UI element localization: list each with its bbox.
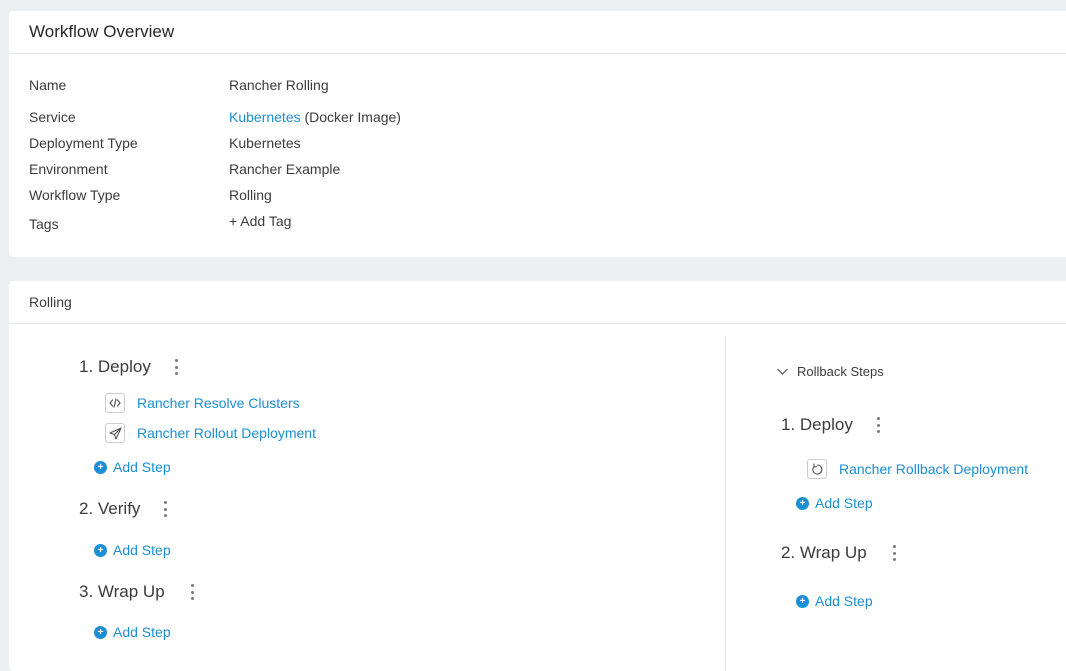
- add-step-label: Add Step: [113, 542, 171, 558]
- kebab-menu-icon[interactable]: [190, 584, 194, 600]
- add-step-label: Add Step: [113, 459, 171, 475]
- step-rancher-rollout-deployment[interactable]: Rancher Rollout Deployment: [105, 423, 316, 443]
- code-icon: [105, 393, 125, 413]
- add-step-label: Add Step: [815, 593, 873, 609]
- add-step-button[interactable]: + Add Step: [796, 593, 873, 609]
- phase-deploy-title: 1. Deploy: [79, 357, 151, 376]
- overview-header: Workflow Overview: [9, 11, 1066, 54]
- plus-icon: +: [94, 625, 107, 639]
- step-label[interactable]: Rancher Rollback Deployment: [839, 461, 1028, 477]
- step-label[interactable]: Rancher Rollout Deployment: [137, 425, 316, 441]
- rollback-phase-deploy-title: 1. Deploy: [781, 415, 853, 434]
- phase-verify-title: 2. Verify: [79, 499, 141, 518]
- send-icon: [105, 423, 125, 443]
- rolling-header: Rolling: [9, 281, 1066, 324]
- add-step-button[interactable]: + Add Step: [94, 542, 171, 558]
- step-rancher-resolve-clusters[interactable]: Rancher Resolve Clusters: [105, 393, 300, 413]
- tags-label: Tags: [29, 216, 59, 232]
- phase-wrap-up-title: 3. Wrap Up: [79, 582, 165, 601]
- deployment-type-label: Deployment Type: [29, 135, 138, 151]
- environment-link[interactable]: Rancher Example: [229, 161, 340, 177]
- service-value: Kubernetes (Docker Image): [229, 109, 401, 125]
- workflow-overview-card: Workflow Overview Name Rancher Rolling S…: [9, 11, 1066, 257]
- workflow-type-label: Workflow Type: [29, 187, 121, 203]
- add-step-button[interactable]: + Add Step: [94, 459, 171, 475]
- rollback-icon: [807, 459, 827, 479]
- kebab-menu-icon[interactable]: [892, 545, 896, 561]
- kebab-menu-icon[interactable]: [876, 417, 880, 433]
- kebab-menu-icon[interactable]: [174, 359, 178, 375]
- rolling-card: Rolling 1. Deploy Rancher Resolve Cluste…: [9, 281, 1066, 671]
- name-value: Rancher Rolling: [229, 77, 329, 93]
- add-step-button[interactable]: + Add Step: [94, 624, 171, 640]
- kebab-menu-icon[interactable]: [163, 501, 167, 517]
- add-tag-link[interactable]: + Add Tag: [229, 213, 291, 229]
- plus-icon: +: [94, 460, 107, 474]
- rollback-steps-toggle[interactable]: Rollback Steps: [776, 364, 884, 379]
- add-step-label: Add Step: [815, 495, 873, 511]
- deployment-type-value: Kubernetes: [229, 135, 301, 151]
- plus-icon: +: [94, 543, 107, 557]
- service-label: Service: [29, 109, 76, 125]
- plus-icon: +: [796, 496, 809, 510]
- service-suffix: (Docker Image): [300, 109, 401, 125]
- service-link[interactable]: Kubernetes: [229, 109, 301, 125]
- environment-label: Environment: [29, 161, 108, 177]
- overview-title: Workflow Overview: [29, 22, 175, 41]
- chevron-down-icon: [777, 368, 788, 375]
- rolling-title: Rolling: [29, 294, 72, 310]
- step-label[interactable]: Rancher Resolve Clusters: [137, 395, 300, 411]
- add-step-label: Add Step: [113, 624, 171, 640]
- rollback-steps-label: Rollback Steps: [797, 364, 884, 379]
- workflow-type-value: Rolling: [229, 187, 272, 203]
- name-label: Name: [29, 77, 67, 93]
- plus-icon: +: [796, 594, 809, 608]
- rollback-phase-wrap-up-title: 2. Wrap Up: [781, 543, 867, 562]
- add-step-button[interactable]: + Add Step: [796, 495, 873, 511]
- section-divider: [725, 336, 726, 671]
- step-rancher-rollback-deployment[interactable]: Rancher Rollback Deployment: [807, 459, 1028, 479]
